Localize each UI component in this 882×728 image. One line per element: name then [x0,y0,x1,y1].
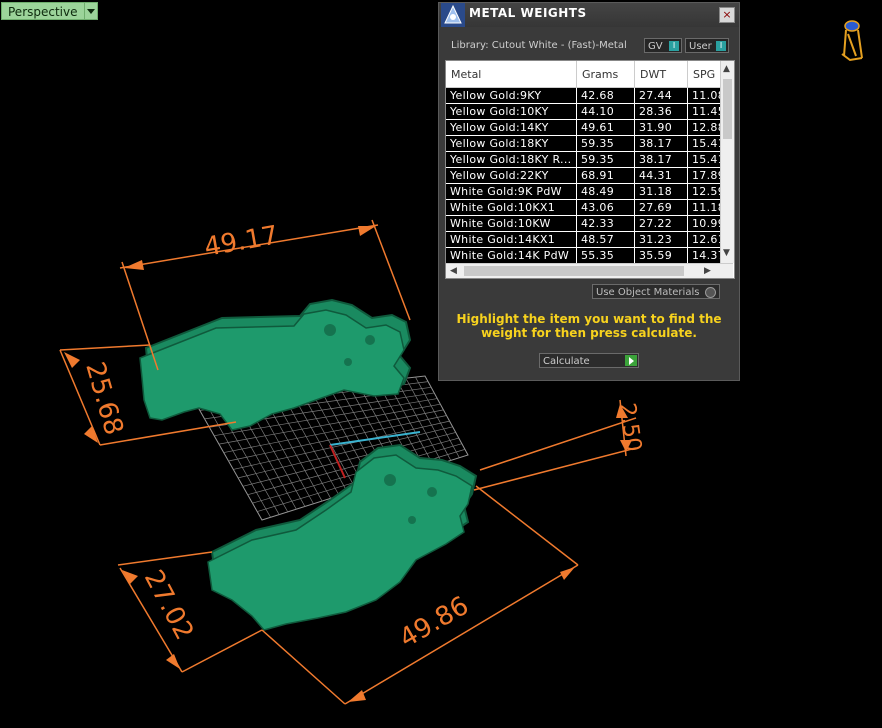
3d-viewport[interactable]: 49.17 25.68 2.50 27.02 49.86 Perspective… [0,0,882,728]
dwt-cell: 27.69 [634,199,688,216]
dwt-cell: 38.17 [634,135,688,152]
metal-cell: White Gold:10KW [446,215,577,232]
gv-toggle[interactable]: GV I [644,38,682,53]
metal-cell: Yellow Gold:22KY [446,167,577,184]
calculate-button[interactable]: Calculate [539,353,639,368]
toggle-indicator-icon: I [669,41,679,51]
metal-cell: White Gold:9K PdW [446,183,577,200]
dwt-cell: 27.44 [634,87,688,104]
table-row[interactable]: White Gold:14K PdW 55.35 35.59 14.37 [446,247,729,264]
table-row[interactable]: Yellow Gold:22KY 68.91 44.31 17.89 [446,167,729,184]
dwt-cell: 31.23 [634,231,688,248]
metal-cell: Yellow Gold:9KY [446,87,577,104]
dwt-cell: 35.59 [634,247,688,264]
column-header-grams[interactable]: Grams [576,61,635,88]
metal-weights-panel: METAL WEIGHTS × Library: Cutout White - … [438,2,740,381]
viewport-label[interactable]: Perspective [1,2,85,20]
grams-cell: 49.61 [576,119,635,136]
metal-weights-table[interactable]: Metal Grams DWT SPG Yellow Gold:9KY 42.68… [445,60,735,279]
vertical-scrollbar[interactable]: ▲ ▼ [720,61,734,263]
table-row[interactable]: Yellow Gold:18KY R... 59.35 38.17 15.41 [446,151,729,168]
x-axis-line [329,431,421,446]
metal-cell: White Gold:14K PdW [446,247,577,264]
column-header-dwt[interactable]: DWT [634,61,688,88]
view-gizmo-icon[interactable] [838,18,866,62]
table-row[interactable]: White Gold:9K PdW 48.49 31.18 12.59 [446,183,729,200]
dimension-label-thickness: 2.50 [614,401,646,453]
metal-cell: Yellow Gold:14KY [446,119,577,136]
scroll-right-icon[interactable]: ▶ [704,265,711,277]
scroll-down-icon[interactable]: ▼ [723,247,730,259]
dwt-cell: 38.17 [634,151,688,168]
dwt-cell: 28.36 [634,103,688,120]
column-header-metal[interactable]: Metal [446,61,577,88]
scroll-left-icon[interactable]: ◀ [450,265,457,277]
gv-toggle-label: GV [648,41,663,52]
table-row[interactable]: White Gold:10KX1 43.06 27.69 11.18 [446,199,729,216]
grams-cell: 42.33 [576,215,635,232]
metal-cell: Yellow Gold:18KY [446,135,577,152]
app-logo-icon [441,3,465,27]
table-row[interactable]: Yellow Gold:18KY 59.35 38.17 15.41 [446,135,729,152]
table-row[interactable]: Yellow Gold:9KY 42.68 27.44 11.08 [446,87,729,104]
grams-cell: 43.06 [576,199,635,216]
user-toggle[interactable]: User I [685,38,729,53]
grams-cell: 59.35 [576,135,635,152]
horizontal-scrollbar[interactable]: ◀ ▶ [446,263,733,278]
user-toggle-label: User [689,41,712,52]
grams-cell: 44.10 [576,103,635,120]
boy-figure-model[interactable] [139,298,412,431]
grams-cell: 59.35 [576,151,635,168]
panel-title: METAL WEIGHTS [469,6,587,20]
table-header-row: Metal Grams DWT SPG [446,61,729,88]
chevron-down-icon[interactable] [84,2,98,20]
table-row[interactable]: White Gold:14KX1 48.57 31.23 12.61 [446,231,729,248]
calculate-label: Calculate [543,356,590,367]
metal-cell: Yellow Gold:18KY R... [446,151,577,168]
table-row[interactable]: White Gold:10KW 42.33 27.22 10.99 [446,215,729,232]
use-object-materials-label: Use Object Materials [596,287,700,298]
close-icon[interactable]: × [719,7,735,23]
metal-cell: White Gold:14KX1 [446,231,577,248]
metal-cell: White Gold:10KX1 [446,199,577,216]
dwt-cell: 31.18 [634,183,688,200]
dwt-cell: 27.22 [634,215,688,232]
table-row[interactable]: Yellow Gold:10KY 44.10 28.36 11.45 [446,103,729,120]
library-label: Library: Cutout White - (Fast)-Metal [451,40,627,51]
y-axis-line [329,444,346,479]
grams-cell: 42.68 [576,87,635,104]
scroll-up-icon[interactable]: ▲ [723,63,730,75]
dwt-cell: 44.31 [634,167,688,184]
panel-titlebar[interactable]: METAL WEIGHTS × [439,3,739,27]
grams-cell: 55.35 [576,247,635,264]
grams-cell: 68.91 [576,167,635,184]
metal-cell: Yellow Gold:10KY [446,103,577,120]
toggle-indicator-icon: I [716,41,726,51]
grams-cell: 48.49 [576,183,635,200]
radio-icon[interactable] [705,287,716,298]
scrollbar-thumb[interactable] [464,266,684,276]
instruction-message: Highlight the item you want to find the … [456,312,722,340]
table-row[interactable]: Yellow Gold:14KY 49.61 31.90 12.88 [446,119,729,136]
dimension-label-top-height: 25.68 [79,359,128,439]
dwt-cell: 31.90 [634,119,688,136]
use-object-materials-option[interactable]: Use Object Materials [592,284,720,299]
dimension-label-bottom-height: 27.02 [138,565,199,645]
play-icon [625,355,637,366]
grams-cell: 48.57 [576,231,635,248]
scrollbar-thumb[interactable] [723,79,732,139]
viewport-label-dropdown[interactable]: Perspective [1,2,98,20]
dimension-label-top-width: 49.17 [202,220,281,262]
dimension-label-bottom-width: 49.86 [395,591,474,654]
